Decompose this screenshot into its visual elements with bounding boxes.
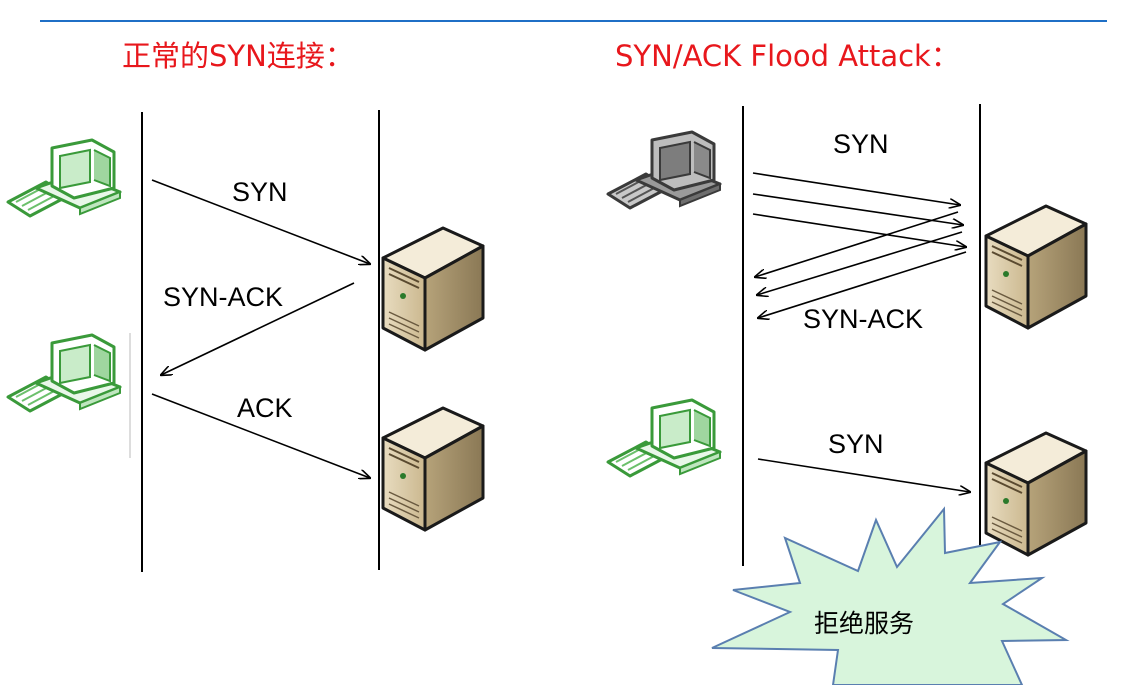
legit-client-computer-icon bbox=[606, 398, 722, 478]
denial-of-service-label: 拒绝服务 bbox=[814, 609, 915, 638]
flood-syn-label: SYN bbox=[833, 129, 889, 159]
client-computer-icon bbox=[6, 138, 122, 218]
syn-ack-label: SYN-ACK bbox=[163, 282, 284, 312]
server-icon bbox=[381, 226, 485, 352]
syn-label: SYN bbox=[232, 177, 288, 207]
legit-syn-arrow bbox=[757, 458, 970, 492]
diagram-canvas bbox=[6, 20, 1107, 685]
attacker-computer-icon bbox=[606, 130, 722, 210]
legit-syn-label: SYN bbox=[828, 429, 884, 459]
right-panel-title: SYN/ACK Flood Attack： bbox=[615, 39, 960, 73]
server-icon bbox=[984, 204, 1088, 330]
client-computer-icon bbox=[6, 333, 122, 413]
server-icon bbox=[381, 406, 485, 532]
left-panel-title: 正常的SYN连接： bbox=[122, 39, 354, 73]
ack-label: ACK bbox=[237, 393, 293, 423]
server-icon bbox=[984, 431, 1088, 557]
flood-syn-ack-arrow bbox=[755, 211, 959, 277]
flood-syn-ack-label: SYN-ACK bbox=[803, 304, 924, 334]
flood-syn-arrow bbox=[752, 172, 960, 205]
